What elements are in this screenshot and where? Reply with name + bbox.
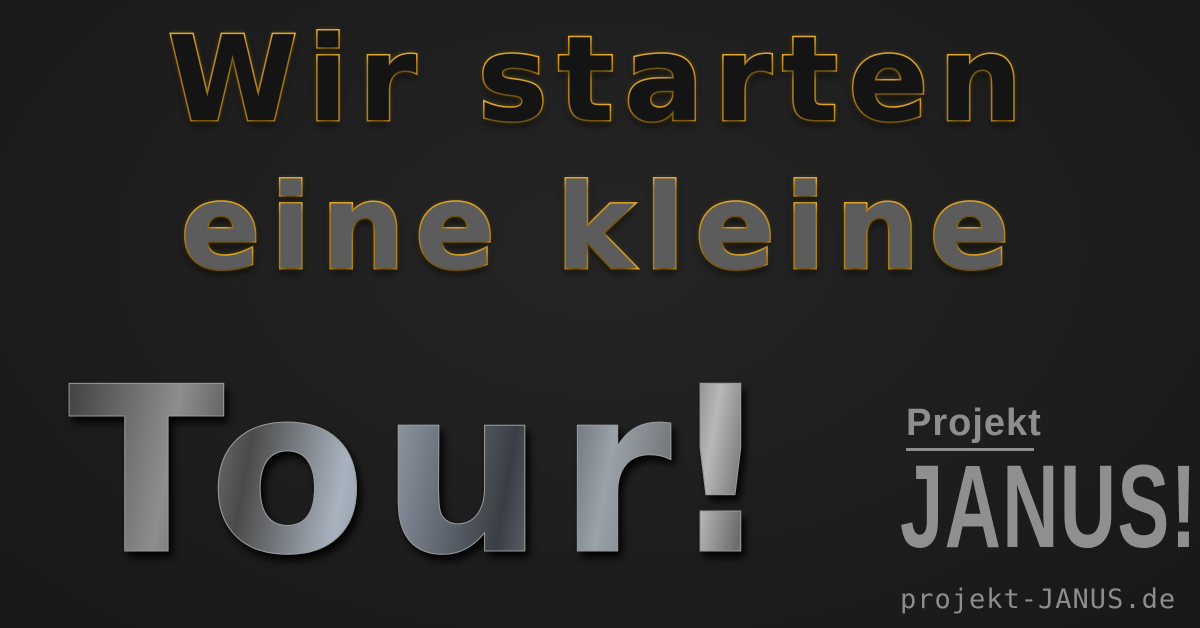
- logo-projekt-text: Projekt: [906, 402, 1042, 444]
- headline-line-2: eine kleine: [179, 158, 1020, 296]
- exclamation-mark: !: [668, 339, 774, 606]
- promo-banner: Wir starten eine kleine Tour ! Projekt J…: [0, 0, 1200, 628]
- headline-line-1: Wir starten: [166, 10, 1033, 148]
- projekt-janus-logo: Projekt JANUS! projekt-JANUS.de: [900, 402, 1197, 624]
- logo-janus-text: JANUS!: [900, 441, 1198, 573]
- tour-word: Tour: [68, 339, 686, 606]
- logo-url-text: projekt-JANUS.de: [900, 584, 1177, 615]
